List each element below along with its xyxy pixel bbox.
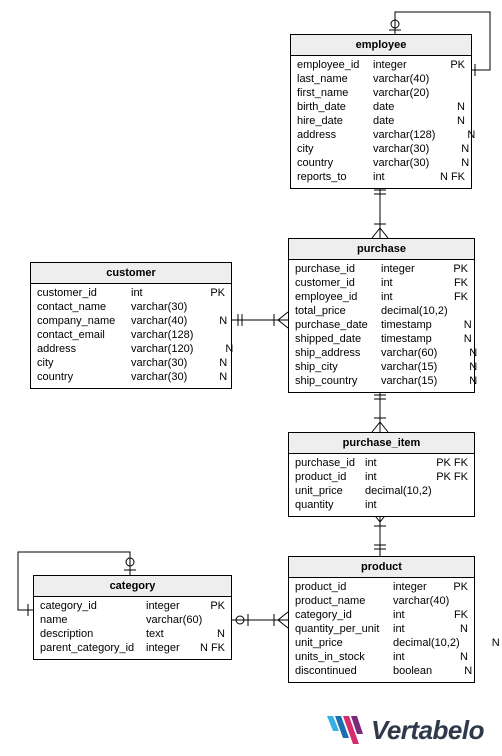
entity-title: purchase	[289, 239, 474, 260]
logo-text: Vertabelo	[371, 715, 484, 746]
vertabelo-icon	[327, 716, 363, 746]
vertabelo-logo: Vertabelo	[327, 715, 484, 746]
entity-title: customer	[31, 263, 231, 284]
entity-body: employee_idintegerPK last_namevarchar(40…	[291, 56, 471, 188]
entity-employee: employee employee_idintegerPK last_namev…	[290, 34, 472, 189]
entity-purchase: purchase purchase_idintegerPK customer_i…	[288, 238, 475, 393]
entity-category: category category_idintegerPK namevarcha…	[33, 575, 232, 660]
entity-product: product product_idintegerPK product_name…	[288, 556, 475, 683]
entity-title: purchase_item	[289, 433, 474, 454]
entity-customer: customer customer_idintPK contact_nameva…	[30, 262, 232, 389]
entity-title: product	[289, 557, 474, 578]
entity-title: employee	[291, 35, 471, 56]
entity-title: category	[34, 576, 231, 597]
entity-purchase-item: purchase_item purchase_idintPK FK produc…	[288, 432, 475, 517]
